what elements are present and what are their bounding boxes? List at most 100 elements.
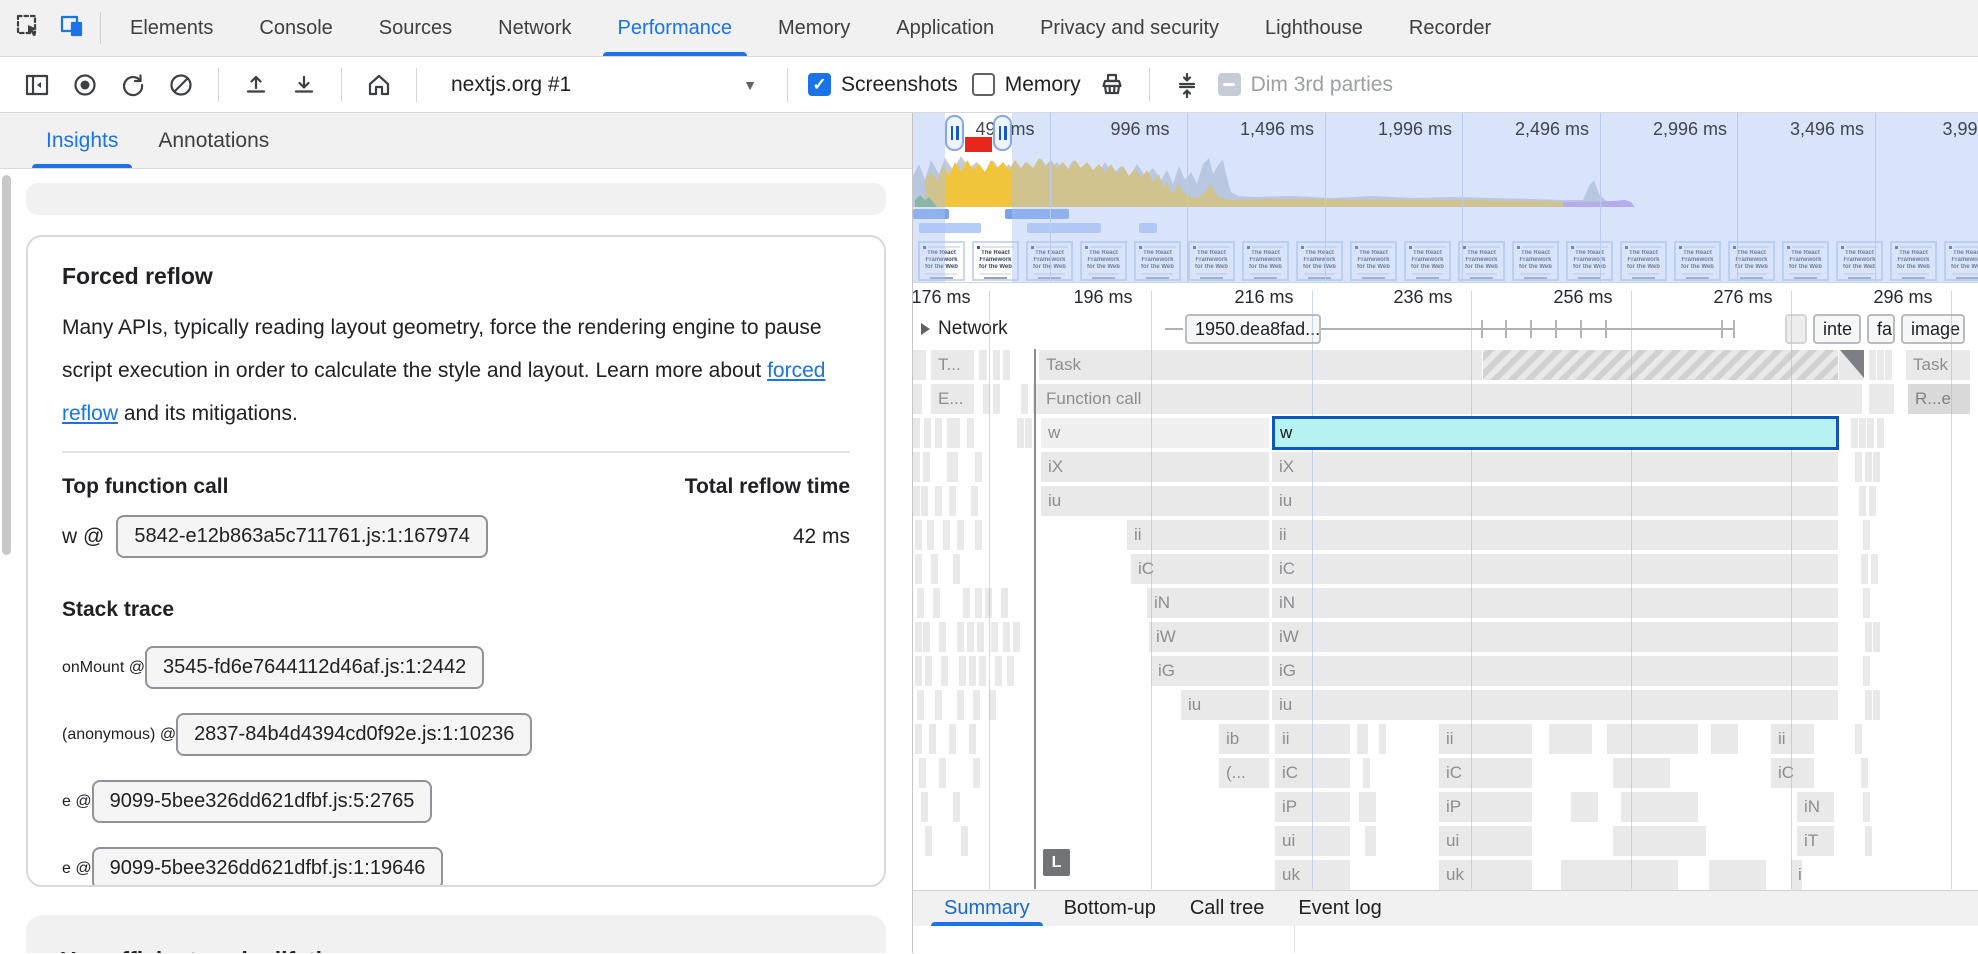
flame-event-uk[interactable]: uk [1439, 860, 1533, 890]
flame-event-sliver[interactable] [1873, 622, 1881, 652]
network-request-chip[interactable]: inte [1813, 314, 1861, 344]
flame-event-sliver[interactable] [939, 622, 947, 652]
network-request-chip-truncated[interactable] [1785, 314, 1807, 344]
flame-event-sliver[interactable] [947, 452, 959, 482]
flame-event-sliver[interactable] [1873, 690, 1881, 720]
flame-event-sliver[interactable] [1855, 724, 1863, 754]
flame-event-sliver[interactable] [1839, 350, 1865, 380]
flame-event-sliver[interactable] [1877, 350, 1885, 380]
network-request-chip[interactable]: 1950.dea8fad... [1185, 314, 1321, 344]
details-tab-bottom-up[interactable]: Bottom-up [1047, 891, 1173, 926]
record-icon[interactable] [68, 68, 102, 102]
memory-checkbox[interactable]: Memory [972, 73, 1081, 97]
flame-event-sliver[interactable] [961, 826, 969, 856]
timeline-overview[interactable]: The ReactFrameworkfor the WebThe ReactFr… [913, 113, 1978, 283]
flame-event-sliver[interactable] [1855, 452, 1863, 482]
flame-event-sliver[interactable] [1007, 656, 1015, 686]
flame-event-sliver[interactable] [1863, 656, 1871, 686]
flame-event-sliver[interactable] [1871, 554, 1879, 584]
source-location-link[interactable]: 9099-5bee326dd621dfbf.js:5:2765 [92, 780, 433, 823]
flame-event-sliver[interactable] [1359, 792, 1377, 822]
flame-event-sliver[interactable] [1851, 418, 1859, 448]
flame-event-sliver[interactable] [941, 656, 949, 686]
flame-event-sliver[interactable] [993, 384, 1001, 414]
flame-event-sliver[interactable] [1863, 520, 1871, 550]
flame-event-sliver[interactable] [1549, 724, 1593, 754]
flame-event-sliver[interactable] [1859, 418, 1867, 448]
forced-reflow-card[interactable]: Forced reflow Many APIs, typically readi… [26, 235, 886, 887]
flame-event-t[interactable]: T... [931, 350, 975, 380]
flame-event-sliver[interactable] [1621, 792, 1699, 822]
inspect-element-icon[interactable] [14, 12, 42, 45]
flame-event-task[interactable]: Task [1906, 350, 1971, 380]
flame-event-iw[interactable]: iW [1149, 622, 1270, 652]
flame-event-task[interactable]: Task [1039, 350, 1483, 380]
toggle-device-toolbar-icon[interactable] [58, 12, 86, 45]
flame-event-sliver[interactable] [1003, 622, 1011, 652]
clear-recording-icon[interactable] [164, 68, 198, 102]
flame-event-iu[interactable]: iu [1041, 486, 1270, 516]
flame-event-sliver[interactable] [1003, 350, 1011, 380]
tab-application[interactable]: Application [873, 0, 1017, 56]
flame-event-ix[interactable]: iX [1272, 452, 1839, 482]
flame-event-sliver[interactable] [915, 520, 923, 550]
flame-event-sliver[interactable] [943, 520, 951, 550]
tab-memory[interactable]: Memory [755, 0, 873, 56]
previous-insight-card-edge[interactable] [26, 183, 886, 215]
flame-event-sliver[interactable] [953, 554, 961, 584]
flame-event-sliver[interactable] [993, 350, 1001, 380]
flame-event-sliver[interactable] [925, 656, 933, 686]
flame-event-sliver[interactable] [957, 690, 965, 720]
flame-event-sliver[interactable] [969, 724, 977, 754]
flame-event-sliver[interactable] [1561, 860, 1679, 890]
flame-event-sliver[interactable] [975, 520, 983, 550]
flame-event-ic[interactable]: iC [1771, 758, 1815, 788]
details-tab-summary[interactable]: Summary [927, 891, 1047, 926]
flame-event-iu[interactable]: iu [1272, 486, 1839, 516]
flame-event-ii[interactable]: ii [1272, 520, 1839, 550]
flame-event-sliver[interactable] [979, 656, 987, 686]
details-tab-event-log[interactable]: Event log [1281, 891, 1398, 926]
flame-event-sliver[interactable] [921, 792, 929, 822]
main-flamechart[interactable]: T...TaskTaskE...Function callR...ewwiXiX… [913, 349, 1978, 890]
flame-event-w[interactable]: w [1041, 418, 1270, 448]
flame-event-sliver[interactable] [1861, 554, 1869, 584]
flame-event-sliver[interactable] [915, 622, 923, 652]
flame-event-sliver[interactable] [957, 622, 965, 652]
flame-event-sliver[interactable] [969, 656, 977, 686]
flame-event-in[interactable]: iN [1147, 588, 1270, 618]
toggle-sidebar-icon[interactable] [20, 68, 54, 102]
tab-lighthouse[interactable]: Lighthouse [1242, 0, 1386, 56]
flame-event-uk[interactable]: uk [1275, 860, 1351, 890]
flame-event-ip[interactable]: iP [1439, 792, 1533, 822]
home-icon[interactable] [362, 68, 396, 102]
network-request-chip[interactable]: fa [1867, 314, 1895, 344]
flame-event-sliver[interactable] [924, 418, 932, 448]
flame-event-ib[interactable]: ib [1219, 724, 1270, 754]
flame-event-sliver[interactable] [1001, 588, 1009, 618]
flame-event-ig[interactable]: iG [1272, 656, 1839, 686]
flame-event-sliver[interactable] [925, 826, 933, 856]
flame-event-sliver[interactable] [1869, 486, 1877, 516]
flame-event-sliver[interactable] [1877, 418, 1885, 448]
tab-network[interactable]: Network [475, 0, 594, 56]
flame-event-sliver[interactable] [975, 452, 983, 482]
flame-event-it[interactable]: iT [1797, 826, 1835, 856]
tab-sources[interactable]: Sources [356, 0, 475, 56]
flame-event-sliver[interactable] [939, 758, 947, 788]
flame-event-sliver[interactable] [989, 690, 997, 720]
screenshots-checkbox[interactable]: ✓ Screenshots [808, 73, 958, 97]
flame-event-[interactable]: (... [1219, 758, 1270, 788]
flame-event-sliver[interactable] [1709, 860, 1767, 890]
flame-event-sliver[interactable] [1863, 588, 1871, 618]
flame-event-sliver[interactable] [1865, 826, 1873, 856]
sidebar-tab-annotations[interactable]: Annotations [142, 113, 285, 168]
flame-event-sliver[interactable] [915, 724, 923, 754]
flame-event-i[interactable]: i [1791, 860, 1803, 890]
flame-event-ic[interactable]: iC [1439, 758, 1533, 788]
source-location-link[interactable]: 2837-84b4d4394cd0f92e.js:1:10236 [176, 713, 532, 756]
network-request-chip[interactable]: image [1901, 314, 1965, 344]
flame-event-ii[interactable]: ii [1771, 724, 1815, 754]
tab-recorder[interactable]: Recorder [1386, 0, 1514, 56]
flame-event-sliver[interactable] [913, 350, 927, 380]
